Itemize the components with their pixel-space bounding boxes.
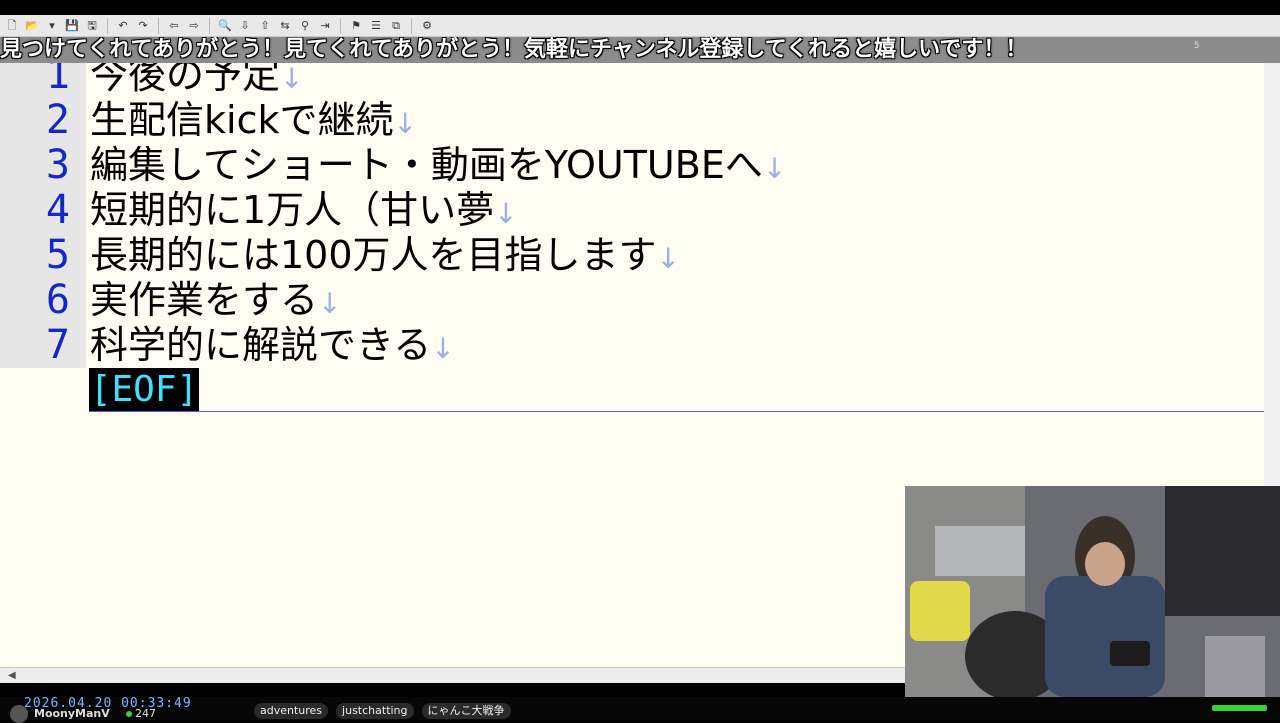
redo-icon[interactable]: ↷ (135, 18, 151, 34)
line-number: 5 (45, 232, 70, 278)
line-text[interactable]: 長期的には100万人を目指します↓ (90, 233, 680, 281)
eol-mark-icon: ↓ (431, 332, 455, 365)
toolbar-separator (340, 17, 341, 34)
ticker-text: 見つけてくれてありがとう！見てくれてありがとう！気軽にチャンネル登録してくれると… (0, 37, 1028, 62)
editor-line[interactable]: 4 短期的に1万人（甘い夢↓ (0, 188, 1280, 233)
toolbar-separator (209, 17, 210, 34)
find-icon[interactable]: 🔍 (217, 18, 233, 34)
new-file-icon[interactable]: 🗋 (4, 18, 20, 34)
eof-marker: [EOF] (89, 368, 199, 411)
tag-adventures[interactable]: adventures (254, 703, 329, 719)
scroll-left-icon[interactable]: ◀ (8, 668, 16, 683)
editor-line[interactable]: 1 今後の予定↓ (0, 63, 1280, 98)
editor-line[interactable]: 5 長期的には100万人を目指します↓ (0, 233, 1280, 278)
eol-mark-icon: ↓ (762, 152, 787, 185)
line-number: 7 (45, 322, 70, 368)
editor-line[interactable]: 3 編集してショート・動画をYOUTUBEへ↓ (0, 143, 1280, 188)
scrolling-ticker: 5 見つけてくれてありがとう！見てくれてありがとう！気軽にチャンネル登録してくれ… (0, 37, 1280, 63)
find-next-icon[interactable]: ⇩ (237, 18, 253, 34)
undo-icon[interactable]: ↶ (115, 18, 131, 34)
editor-line[interactable]: 2 生配信kickで継続↓ (0, 98, 1280, 143)
back-icon[interactable]: ⇦ (166, 18, 182, 34)
settings-icon[interactable]: ⚙ (419, 18, 435, 34)
tag-justchatting[interactable]: justchatting (336, 703, 414, 719)
save-icon[interactable]: 💾 (64, 18, 80, 34)
viewer-count: 247 (126, 707, 156, 720)
forward-icon[interactable]: ⇨ (186, 18, 202, 34)
ruler-mark: 5 (1194, 41, 1200, 51)
toolbar-separator (158, 17, 159, 34)
line-text[interactable]: 生配信kickで継続↓ (90, 98, 417, 146)
audio-level-bar (1212, 705, 1267, 711)
tag-jump-icon[interactable]: ⇥ (317, 18, 333, 34)
line-text[interactable]: 科学的に解説できる↓ (90, 323, 455, 371)
grep-icon[interactable]: ⚲ (297, 18, 313, 34)
webcam-overlay (905, 486, 1280, 697)
line-text[interactable]: 編集してショート・動画をYOUTUBEへ↓ (90, 143, 786, 191)
dropdown-icon[interactable]: ▾ (44, 18, 60, 34)
stream-status-bar: 2026.04.20 00:33:49 MoonyManV 247 advent… (0, 696, 1280, 723)
editor-line[interactable]: 6 実作業をする↓ (0, 278, 1280, 323)
line-number: 1 (45, 63, 70, 98)
eol-mark-icon: ↓ (393, 107, 417, 140)
avatar (10, 705, 28, 723)
channel-name[interactable]: MoonyManV (34, 707, 110, 720)
eof-underline (89, 411, 1264, 412)
line-number: 6 (45, 277, 70, 323)
outline-icon[interactable]: ☰ (368, 18, 384, 34)
webcam-image (905, 486, 1280, 697)
eol-mark-icon: ↓ (494, 197, 518, 230)
tag-nyanko[interactable]: にゃんこ大戦争 (421, 703, 511, 719)
line-number: 3 (45, 142, 70, 188)
toolbar-separator (411, 17, 412, 34)
eol-mark-icon: ↓ (280, 63, 304, 95)
eol-mark-icon: ↓ (656, 242, 681, 275)
line-number: 4 (45, 187, 70, 233)
eol-mark-icon: ↓ (318, 287, 342, 320)
live-dot-icon (126, 711, 132, 717)
editor-line[interactable]: 7 科学的に解説できる↓ (0, 323, 1280, 368)
line-number: 2 (45, 97, 70, 143)
horizontal-scrollbar[interactable]: ◀ (0, 667, 905, 683)
compare-icon[interactable]: ⧉ (388, 18, 404, 34)
toolbar-separator (107, 17, 108, 34)
editor-toolbar: 🗋 📂 ▾ 💾 🖫 ↶ ↷ ⇦ ⇨ 🔍 ⇩ ⇧ ⇆ ⚲ ⇥ ⚑ ☰ ⧉ ⚙ (0, 15, 1280, 37)
category-tags: adventures justchatting にゃんこ大戦争 (254, 703, 511, 719)
bookmark-icon[interactable]: ⚑ (348, 18, 364, 34)
save-all-icon[interactable]: 🖫 (84, 18, 100, 34)
line-text[interactable]: 今後の予定↓ (90, 63, 303, 101)
find-prev-icon[interactable]: ⇧ (257, 18, 273, 34)
open-folder-icon[interactable]: 📂 (24, 18, 40, 34)
line-text[interactable]: 短期的に1万人（甘い夢↓ (90, 188, 518, 236)
replace-icon[interactable]: ⇆ (277, 18, 293, 34)
line-text[interactable]: 実作業をする↓ (90, 278, 341, 326)
